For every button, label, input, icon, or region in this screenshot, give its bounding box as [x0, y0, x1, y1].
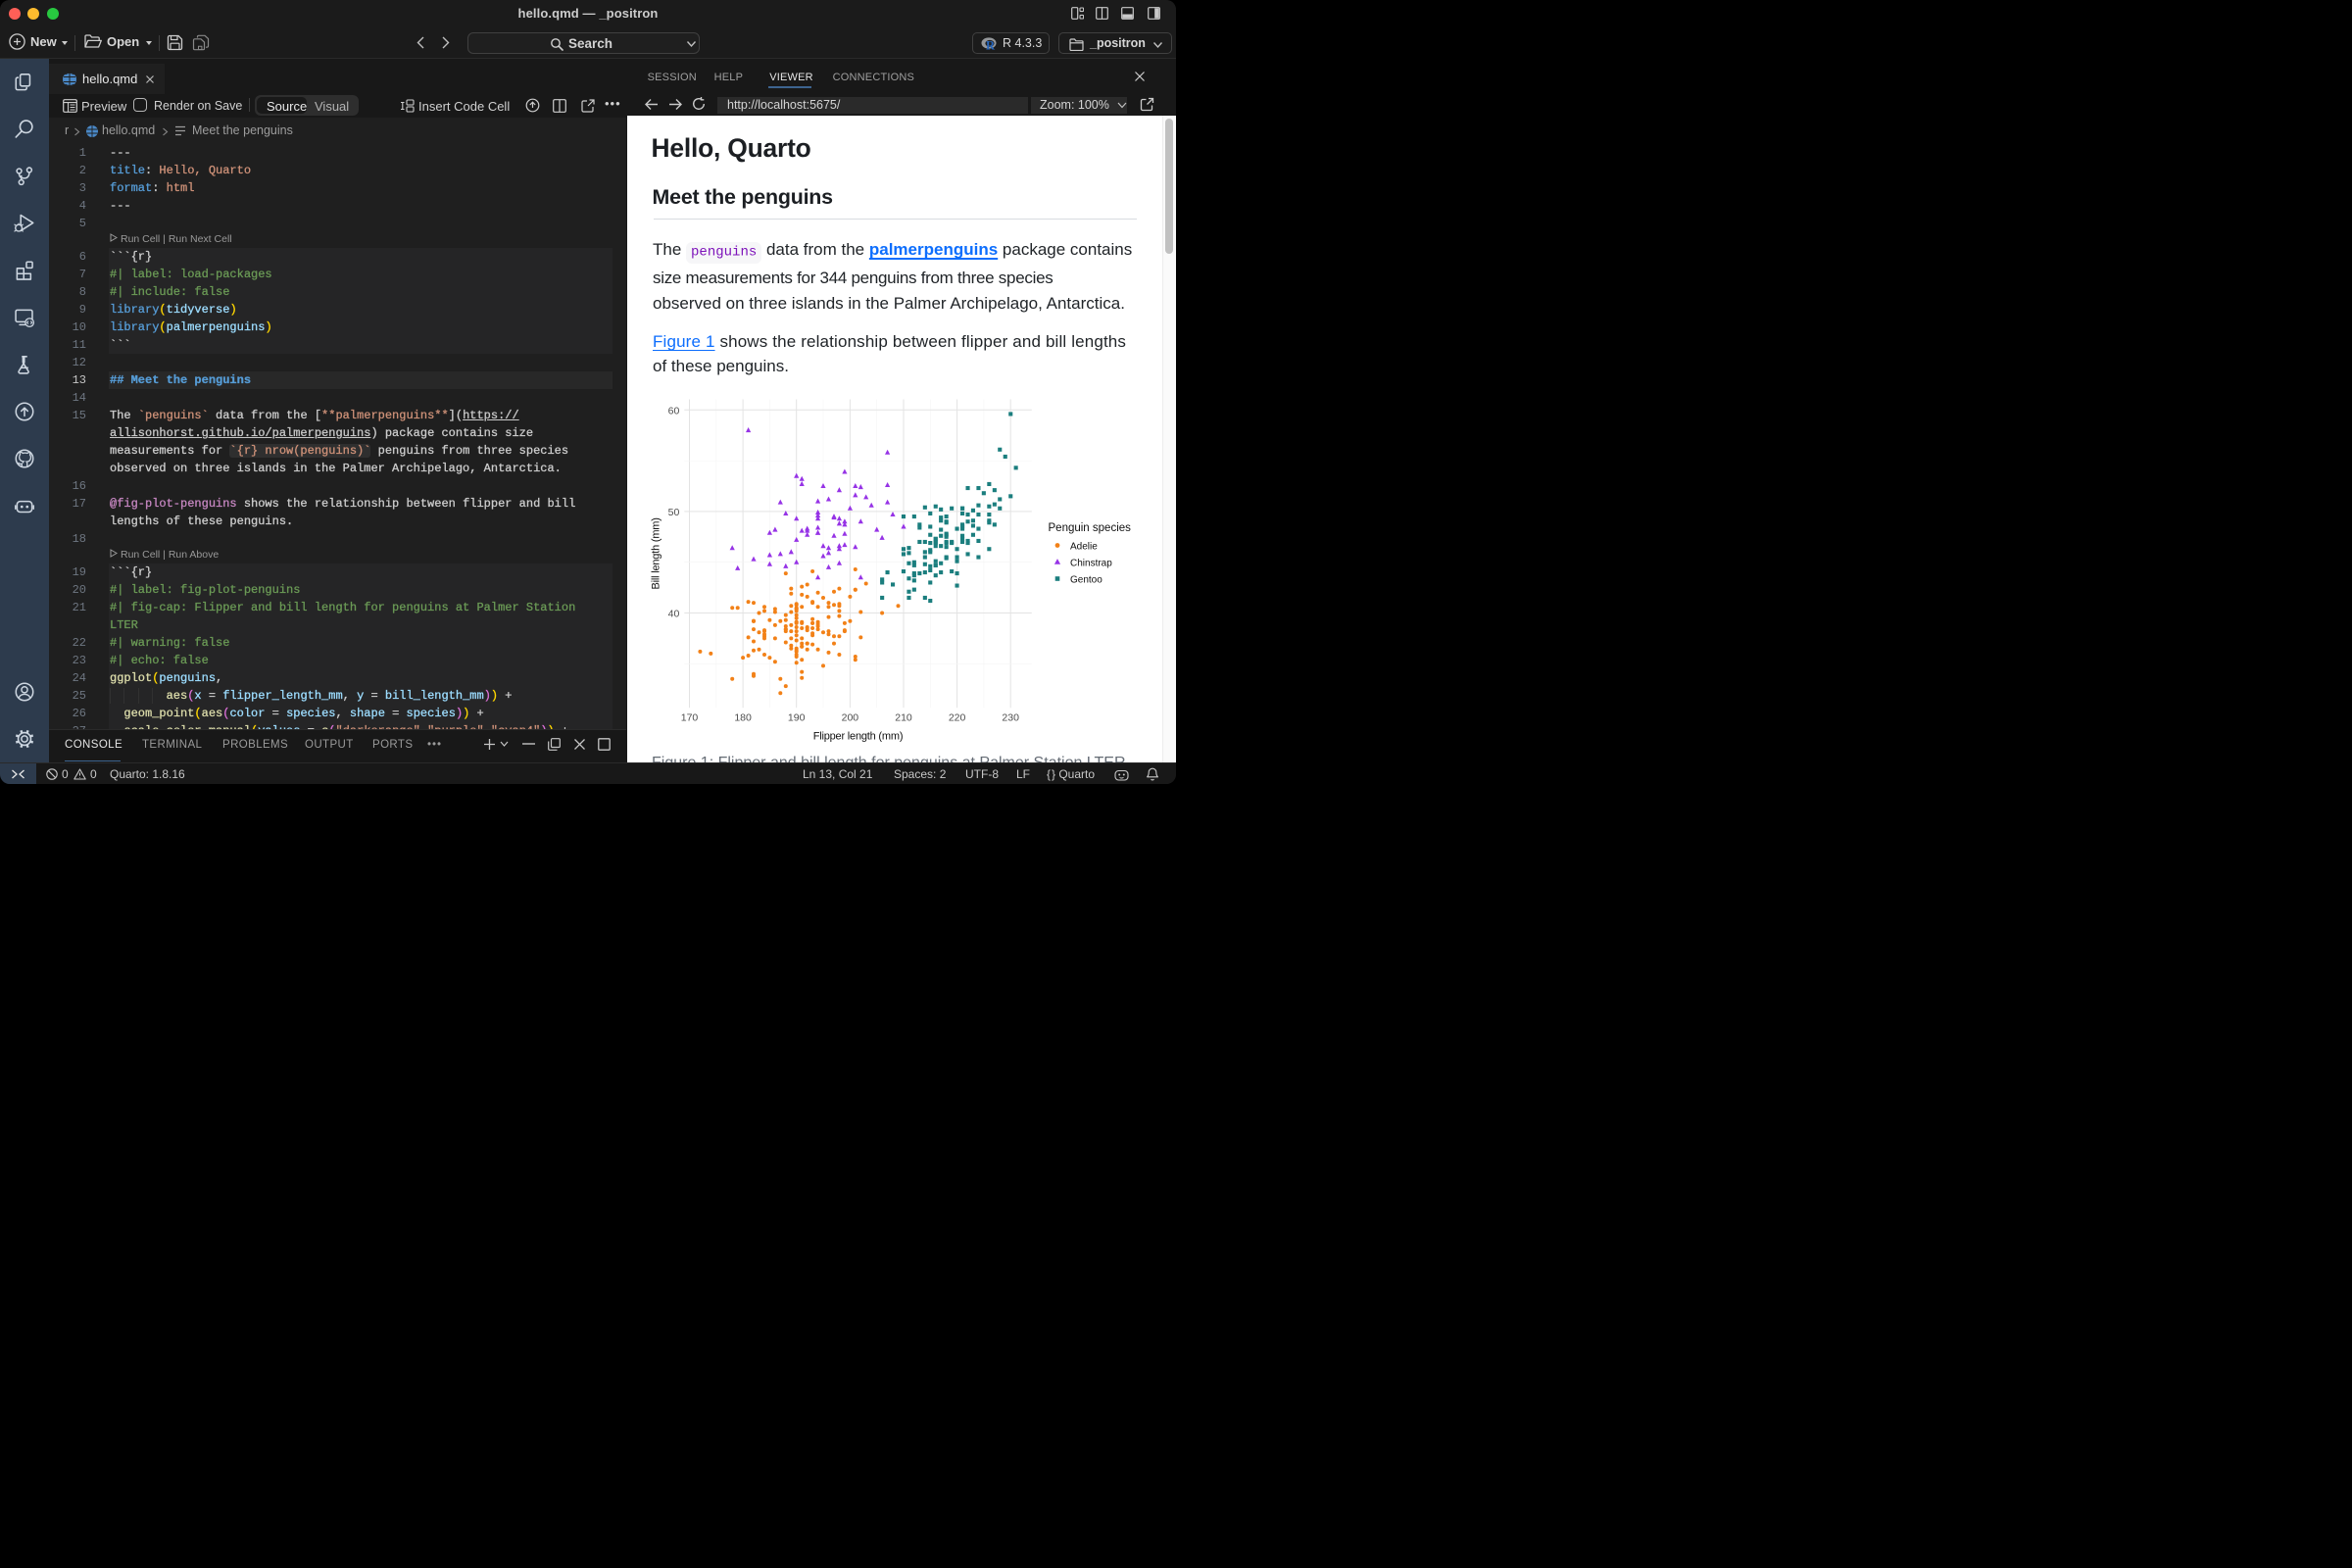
svg-text:200: 200: [842, 711, 859, 723]
svg-text:220: 220: [949, 711, 966, 723]
svg-text:50: 50: [668, 507, 680, 518]
svg-text:Bill length (mm): Bill length (mm): [650, 517, 662, 589]
svg-text:Gentoo: Gentoo: [1070, 574, 1102, 585]
svg-text:R: R: [986, 38, 996, 51]
svg-text:210: 210: [895, 711, 912, 723]
svg-text:Flipper length (mm): Flipper length (mm): [813, 730, 904, 742]
svg-text:60: 60: [668, 406, 680, 417]
svg-text:40: 40: [668, 609, 680, 620]
svg-text:Penguin species: Penguin species: [1049, 522, 1132, 534]
svg-text:Chinstrap: Chinstrap: [1070, 558, 1112, 568]
svg-text:170: 170: [681, 711, 699, 723]
svg-text:230: 230: [1002, 711, 1019, 723]
svg-text:Adelie: Adelie: [1070, 541, 1098, 552]
svg-text:190: 190: [788, 711, 806, 723]
svg-text:180: 180: [734, 711, 752, 723]
